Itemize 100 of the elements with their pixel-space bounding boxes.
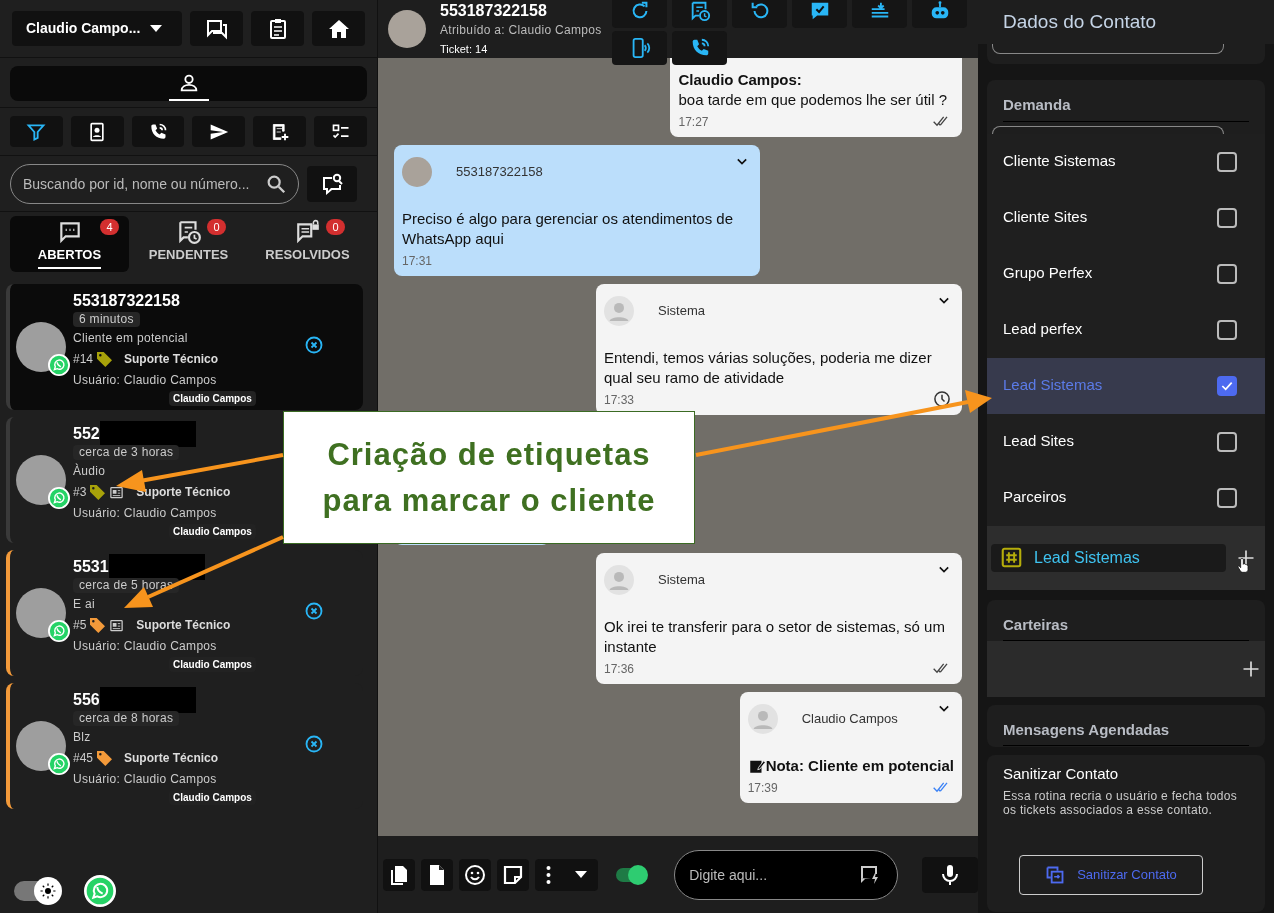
message-sender: Claudio Campos: — [678, 70, 803, 90]
composer-button[interactable] — [496, 858, 529, 891]
ticket-time: cerca de 8 horas — [73, 711, 180, 726]
menu-option[interactable]: Lead perfex — [987, 301, 1265, 358]
composer-button[interactable] — [420, 858, 453, 891]
whatsapp-icon — [84, 875, 116, 907]
ticket-id: #3 — [73, 484, 87, 501]
chat-search-button[interactable] — [307, 165, 357, 202]
ticket-time: 6 minutos — [73, 312, 140, 327]
whatsapp-icon — [48, 620, 70, 642]
sanitize-title: Sanitizar Contato — [1003, 763, 1120, 784]
close-icon[interactable] — [304, 601, 324, 621]
queue-name: Suporte Técnico — [124, 750, 219, 767]
ticket-tab[interactable]: PENDENTES 0 — [129, 216, 248, 272]
ticket-user: Usuário: Claudio Campos — [73, 638, 218, 655]
section-heading: Mensagens Agendadas — [1003, 718, 1249, 746]
whatsapp-icon — [48, 487, 70, 509]
count-badge: 4 — [100, 219, 119, 235]
more-options-button[interactable] — [534, 858, 599, 891]
chat-search-icon — [320, 171, 344, 196]
section-heading: Demanda — [1003, 94, 1249, 122]
menu-option[interactable]: Lead Sites — [987, 413, 1265, 470]
toolbar-button[interactable] — [732, 0, 787, 28]
checklist-button[interactable] — [314, 116, 367, 147]
toolbar-button[interactable] — [612, 31, 667, 65]
contact-button[interactable] — [70, 116, 124, 147]
close-icon[interactable] — [304, 734, 324, 754]
whatsapp-icon — [48, 354, 70, 376]
checkbox[interactable] — [1217, 375, 1237, 396]
ticket-id: #14 — [73, 351, 94, 368]
filter-button[interactable] — [10, 116, 63, 147]
message-input[interactable]: Digite aqui... — [674, 849, 899, 900]
message-sender: Sistema — [658, 302, 705, 321]
toolbar-button[interactable] — [672, 0, 727, 28]
checkbox[interactable] — [1217, 319, 1237, 340]
checkbox[interactable] — [1217, 151, 1237, 172]
menu-option[interactable]: Cliente Sites — [987, 189, 1265, 246]
menu-option[interactable]: Cliente Sistemas — [987, 133, 1265, 190]
ticket-tab[interactable]: RESOLVIDOS 0 — [248, 216, 367, 272]
avatar-photo — [388, 10, 426, 48]
sanitize-button[interactable]: Sanitizar Contato — [1019, 855, 1203, 895]
agent-badge: Claudio Campos — [169, 391, 256, 406]
ticket-id: #5 — [73, 617, 87, 634]
ticket-number: 5531 — [73, 557, 109, 577]
message-text: Entendi, temos várias soluções, poderia me dizer qual seu ramo de atividade — [604, 348, 933, 388]
menu-option[interactable]: Parceiros — [987, 469, 1265, 526]
message-sender: Claudio Campos — [801, 710, 898, 729]
select-field[interactable] — [992, 44, 1224, 54]
message-text: Ok irei te transferir para o setor de sistemas, só um instante — [604, 617, 946, 657]
caret-icon — [574, 871, 587, 878]
checkbox[interactable] — [1217, 431, 1237, 452]
message-time: 17:31 — [402, 253, 434, 270]
emoji-icon — [462, 862, 487, 887]
sanitize-description: Essa rotina recria o usuário e fecha todos os tickets associados a esse contato. — [1003, 789, 1239, 817]
caret-icon — [150, 25, 163, 32]
composer-button[interactable] — [458, 858, 491, 891]
message-time: 17:33 — [604, 392, 636, 409]
panel-title: Dados do Contato — [1003, 9, 1157, 34]
mic-button[interactable] — [922, 856, 978, 893]
hand-cursor-icon — [1236, 555, 1252, 574]
ticket-time: cerca de 3 horas — [73, 445, 180, 460]
call-button[interactable] — [131, 116, 185, 147]
last-message: E ai — [73, 596, 96, 613]
menu-option[interactable]: Grupo Perfex — [987, 245, 1265, 302]
contact-name: 553187322158 — [440, 0, 548, 21]
ticket-user: Usuário: Claudio Campos — [73, 771, 218, 788]
toolbar-button[interactable] — [852, 0, 907, 28]
tag-chip[interactable]: Lead Sistemas — [991, 543, 1226, 572]
queue-name: Suporte Técnico — [124, 351, 219, 368]
ticket-tab[interactable]: ABERTOS 4 — [10, 216, 129, 272]
close-icon[interactable] — [304, 335, 324, 355]
ticket-user: Usuário: Claudio Campos — [73, 505, 218, 522]
new-note-button[interactable] — [253, 116, 307, 147]
ticket-card[interactable]: 553187322158 6 minutos Cliente em potencial #14 Suporte Técnico Usuário: Claudio Campos Claudio Campos — [6, 284, 363, 410]
checkbox[interactable] — [1217, 207, 1237, 228]
last-message: Blz — [73, 729, 92, 746]
send-button[interactable] — [192, 116, 246, 147]
clipboard-button[interactable] — [251, 11, 305, 46]
sanitize-icon — [1045, 865, 1066, 885]
message-time: 17:36 — [604, 661, 636, 678]
search-field[interactable]: Buscando por id, nome ou número... — [10, 163, 299, 204]
home-button[interactable] — [312, 11, 365, 46]
toolbar-button[interactable] — [792, 0, 847, 28]
toolbar-button[interactable] — [912, 0, 967, 28]
ticket-id: #45 — [73, 750, 94, 767]
theme-toggle[interactable] — [14, 878, 62, 904]
composer-button[interactable] — [383, 858, 415, 891]
message-text: boa tarde em que podemos lhe ser útil ? — [678, 90, 948, 110]
checkbox[interactable] — [1217, 487, 1237, 508]
filter-icon — [26, 121, 47, 142]
chats-button[interactable] — [190, 11, 244, 46]
checkbox[interactable] — [1217, 263, 1237, 284]
ticket-user: Usuário: Claudio Campos — [73, 372, 218, 389]
ticket-number: 556 — [73, 690, 100, 710]
toolbar-button[interactable] — [612, 0, 667, 28]
user-select[interactable]: Claudio Campo... — [12, 11, 183, 46]
hash-icon — [1001, 547, 1022, 568]
phone-icon — [148, 121, 169, 142]
toolbar-button[interactable] — [672, 31, 727, 65]
last-message: Cliente em potencial — [73, 330, 189, 347]
